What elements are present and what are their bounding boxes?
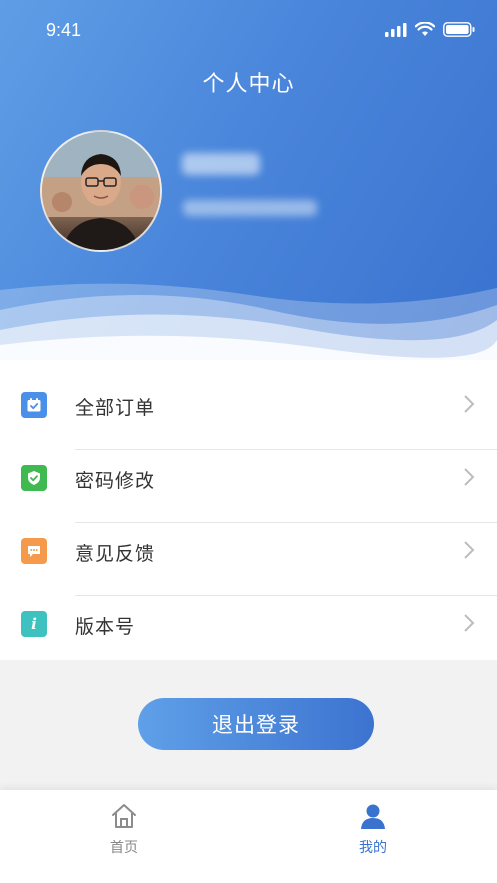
signal-icon [385,22,407,37]
menu-item-label: 全部订单 [75,397,156,419]
wifi-icon [415,22,435,36]
page-title: 个人中心 [202,72,295,97]
menu-item-label: 密码修改 [75,470,156,492]
chevron-right-icon [464,468,475,486]
info-icon: i [21,611,47,637]
avatar-photo [42,132,160,250]
menu-list: 全部订单 密码修改 意见反馈 i 版本号 [0,360,497,660]
calendar-check-icon [21,392,47,418]
tab-mine[interactable]: 我的 [249,790,497,883]
user-icon [361,804,385,829]
status-bar: 9:41 [0,0,497,60]
tab-bar: 首页 我的 [0,790,497,883]
chevron-right-icon [464,614,475,632]
profile-header: 9:41 个人中心 [0,0,497,360]
shield-check-icon [21,465,47,491]
tab-home[interactable]: 首页 [0,790,248,883]
menu-item-orders[interactable]: 全部订单 [0,360,497,450]
chevron-right-icon [464,395,475,413]
chat-bubble-icon [21,538,47,564]
menu-item-version[interactable]: i 版本号 [0,579,497,652]
menu-item-label: 版本号 [75,616,136,638]
chevron-right-icon [464,541,475,559]
logout-button[interactable]: 退出登录 [138,698,374,750]
menu-item-label: 意见反馈 [75,543,156,565]
wave-decoration [0,283,497,360]
menu-item-feedback[interactable]: 意见反馈 [0,506,497,596]
status-icons [385,22,475,37]
tab-label: 我的 [359,840,387,856]
username-redacted [182,153,260,175]
user-info-redacted [183,200,317,216]
avatar[interactable] [40,130,162,252]
home-icon [112,804,136,828]
battery-icon [443,22,475,37]
tab-label: 首页 [110,840,138,856]
status-time: 9:41 [46,20,82,40]
menu-item-password[interactable]: 密码修改 [0,433,497,523]
